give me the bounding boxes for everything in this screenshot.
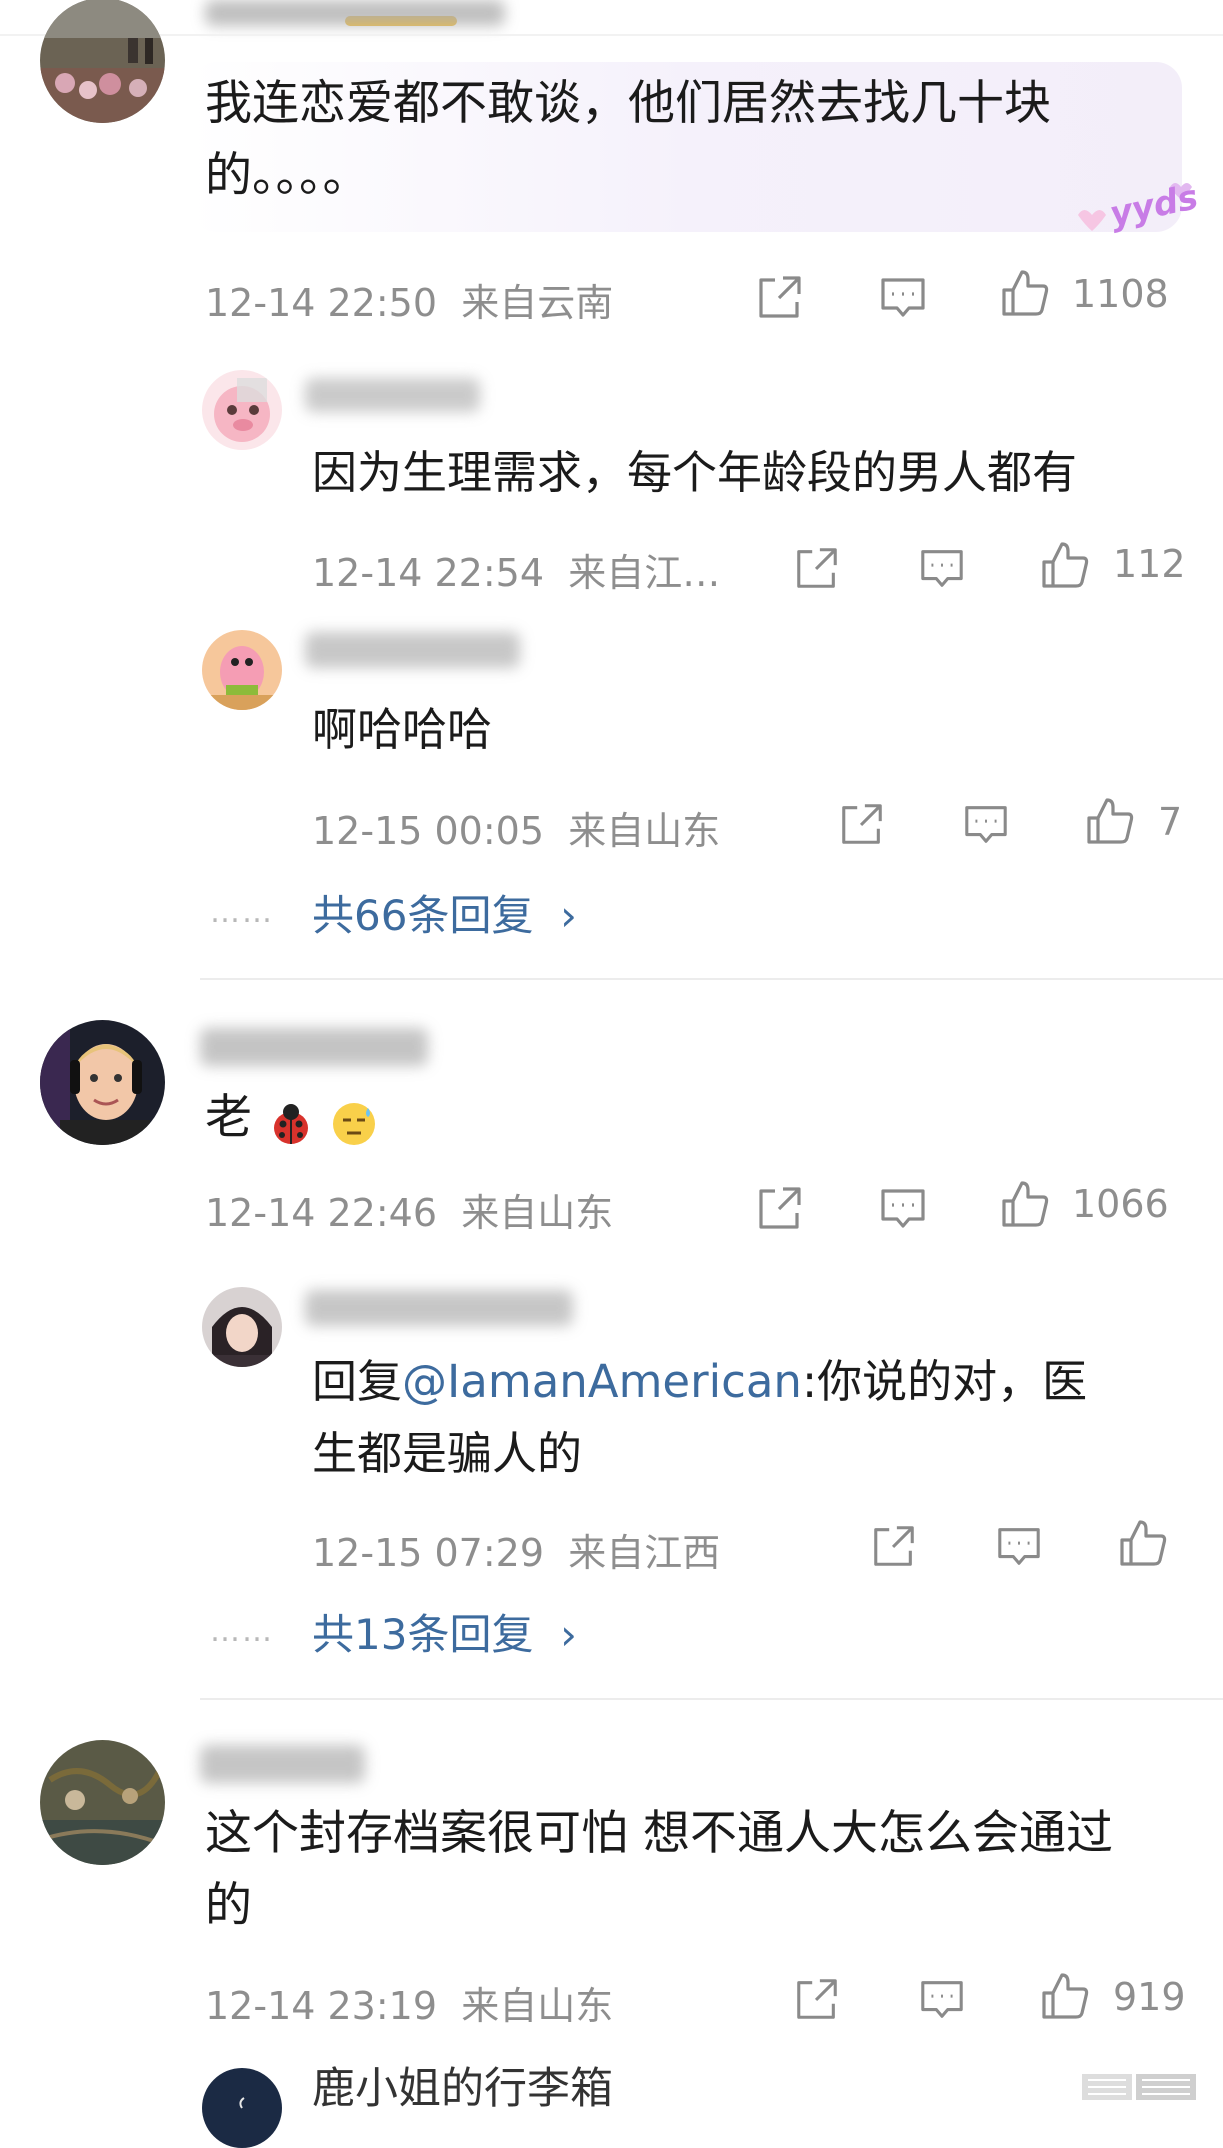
username-blurred xyxy=(305,632,520,668)
comment-icon[interactable] xyxy=(878,272,928,322)
comment-text: 老 xyxy=(205,1082,378,1154)
comment-icon[interactable] xyxy=(995,1522,1045,1572)
divider xyxy=(200,978,1223,980)
avatar[interactable] xyxy=(40,0,165,123)
comment-text: 的 xyxy=(205,1878,252,1933)
share-icon[interactable] xyxy=(838,800,888,850)
share-icon[interactable] xyxy=(870,1522,920,1572)
chevron-right-icon: › xyxy=(560,1610,577,1659)
dots-separator: …… xyxy=(210,1614,274,1649)
comment-time: 12-14 22:50 来自云南 xyxy=(205,281,614,325)
reply-text: 生都是骗人的 xyxy=(312,1427,583,1480)
avatar[interactable] xyxy=(40,1020,165,1145)
dots-separator: …… xyxy=(210,895,274,930)
like-icon[interactable] xyxy=(1000,1179,1050,1229)
more-replies-link[interactable]: 共13条回复 › xyxy=(312,1601,577,1662)
like-icon[interactable] xyxy=(1085,796,1135,846)
username-blurred xyxy=(305,378,480,412)
comment-time: 12-14 22:54 来自江… xyxy=(312,551,721,595)
share-icon[interactable] xyxy=(793,1975,843,2025)
like-icon[interactable] xyxy=(1040,540,1090,590)
sweat-face-icon xyxy=(330,1097,378,1145)
ladybug-icon xyxy=(267,1097,315,1145)
avatar[interactable] xyxy=(202,2068,282,2148)
avatar[interactable] xyxy=(202,370,282,450)
comment-text: 我连恋爱都不敢谈，他们居然去找几十块 xyxy=(205,76,1051,131)
like-count: 919 xyxy=(1113,1975,1186,2019)
comment-time: 12-14 23:19 来自山东 xyxy=(205,1984,614,2028)
comment-icon[interactable] xyxy=(918,544,968,594)
like-icon[interactable] xyxy=(1000,268,1050,318)
comment-icon[interactable] xyxy=(962,800,1012,850)
username-blurred xyxy=(200,1745,365,1783)
chevron-right-icon: › xyxy=(560,891,577,940)
mention-link[interactable]: @IamanAmerican xyxy=(402,1355,802,1408)
reply-text: 因为生理需求，每个年龄段的男人都有 xyxy=(312,446,1078,499)
avatar[interactable] xyxy=(202,1287,282,1367)
more-replies-link[interactable]: 共66条回复 › xyxy=(312,882,577,943)
like-icon[interactable] xyxy=(1118,1518,1168,1568)
yyds-badge: yyds xyxy=(1070,175,1202,237)
username-blurred xyxy=(305,1290,573,1326)
like-count: 7 xyxy=(1158,800,1183,844)
username-blurred xyxy=(200,1028,428,1066)
avatar[interactable] xyxy=(202,630,282,710)
share-icon[interactable] xyxy=(755,272,805,322)
divider xyxy=(200,1698,1223,1700)
avatar[interactable] xyxy=(40,1740,165,1865)
username-blurred xyxy=(205,0,505,26)
share-icon[interactable] xyxy=(793,544,843,594)
badge-text: yyds xyxy=(1106,177,1200,235)
like-icon[interactable] xyxy=(1040,1971,1090,2021)
comment-time: 12-15 07:29 来自江西 xyxy=(312,1531,721,1575)
watermark-icon xyxy=(1080,2068,1200,2106)
reply-text: 回复@IamanAmerican:你说的对，医 xyxy=(312,1355,1088,1408)
comment-time: 12-15 00:05 来自山东 xyxy=(312,809,721,853)
like-count: 112 xyxy=(1113,542,1186,586)
comment-icon[interactable] xyxy=(918,1975,968,2025)
comment-text: 的。。。。 xyxy=(205,148,370,203)
comment-time: 12-14 22:46 来自山东 xyxy=(205,1191,614,1235)
reply-text: 啊哈哈哈 xyxy=(312,703,493,756)
share-icon[interactable] xyxy=(755,1183,805,1233)
comment-text: 这个封存档案很可怕 想不通人大怎么会通过 xyxy=(205,1806,1113,1861)
comment-icon[interactable] xyxy=(878,1183,928,1233)
like-count: 1108 xyxy=(1072,272,1169,316)
like-count: 1066 xyxy=(1072,1182,1169,1226)
reply-username[interactable]: 鹿小姐的行李箱 xyxy=(312,2053,613,2125)
top-divider xyxy=(0,34,1223,36)
